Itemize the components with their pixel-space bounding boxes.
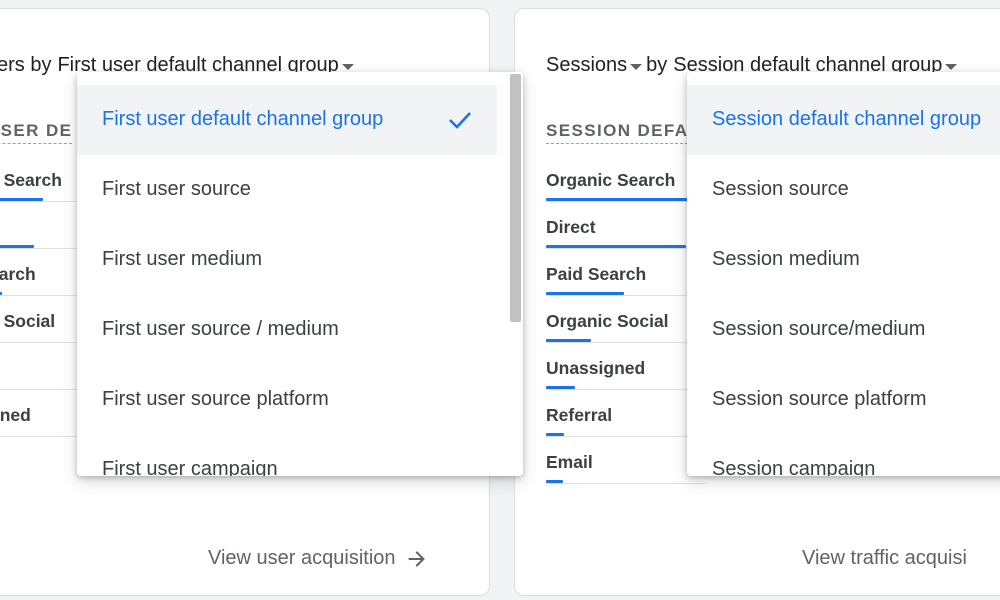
menu-item[interactable]: Session default channel group	[687, 85, 1000, 155]
first-user-dimension-menu: First user default channel group First u…	[77, 72, 523, 476]
channel-label: Paid Search	[546, 264, 647, 284]
share-bar	[546, 386, 575, 389]
table-row: d	[0, 343, 79, 390]
channel-label: c Search	[0, 170, 62, 190]
channel-label: Organic Search	[546, 170, 676, 190]
channel-label: earch	[0, 264, 36, 284]
share-bar	[0, 245, 34, 248]
share-bar	[0, 292, 3, 295]
title-prefix: sers by	[0, 54, 52, 76]
view-traffic-acquisition-link[interactable]: View traffic acquisi	[802, 547, 967, 570]
channel-table: Organic Search Direct Paid Search Organic S…	[546, 155, 706, 484]
chevron-down-icon[interactable]	[630, 63, 643, 70]
chevron-down-icon[interactable]	[945, 63, 958, 70]
channel-table: c Search earch c Social d gned	[0, 155, 79, 437]
session-dimension-menu: Session default channel group Session so…	[687, 72, 1000, 476]
share-bar	[546, 245, 686, 248]
menu-item-label: First user medium	[102, 248, 263, 270]
view-link-label: View user acquisition	[208, 547, 396, 569]
share-bar	[0, 198, 43, 201]
menu-item[interactable]: First user source / medium	[77, 295, 523, 365]
title-connector: by	[646, 54, 668, 76]
channel-label: Unassigned	[546, 358, 646, 378]
table-row: c Social	[0, 296, 79, 343]
menu-item[interactable]: First user medium	[77, 225, 523, 295]
table-row: Direct	[546, 202, 706, 249]
table-row: Paid Search	[546, 249, 706, 296]
menu-item-label: Session medium	[712, 248, 860, 270]
channel-label: gned	[0, 405, 31, 425]
table-row: earch	[0, 249, 79, 296]
check-icon	[449, 112, 471, 129]
share-bar	[546, 480, 563, 483]
menu-item[interactable]: First user default channel group	[77, 85, 497, 155]
menu-item[interactable]: Session source/medium	[687, 295, 1000, 365]
share-bar	[546, 339, 591, 342]
column-header[interactable]: SESSION DEFA	[546, 121, 689, 144]
table-row	[0, 202, 79, 249]
view-user-acquisition-link[interactable]: View user acquisition	[208, 547, 428, 570]
menu-item-label: Session campaign	[712, 458, 876, 476]
table-row: gned	[0, 390, 79, 437]
menu-item[interactable]: Session medium	[687, 225, 1000, 295]
menu-item-label: First user default channel group	[102, 108, 384, 130]
table-row: Unassigned	[546, 343, 706, 390]
menu-item-label: First user source	[102, 178, 251, 200]
menu-item[interactable]: Session source	[687, 155, 1000, 225]
menu-item[interactable]: First user source	[77, 155, 523, 225]
channel-label: Organic Social	[546, 311, 669, 331]
view-link-label: View traffic acquisi	[802, 547, 967, 569]
menu-item[interactable]: First user campaign	[77, 435, 523, 476]
table-row: Organic Search	[546, 155, 706, 202]
menu-item[interactable]: Session source platform	[687, 365, 1000, 435]
menu-item[interactable]: Session campaign	[687, 435, 1000, 476]
menu-item-label: Session source platform	[712, 388, 927, 410]
menu-item-label: First user source / medium	[102, 318, 339, 340]
channel-label: c Social	[0, 311, 56, 331]
menu-item-label: Session default channel group	[712, 108, 982, 130]
channel-label: Referral	[546, 405, 613, 425]
table-row: c Search	[0, 155, 79, 202]
table-row: Organic Social	[546, 296, 706, 343]
arrow-right-icon	[408, 550, 425, 567]
menu-item[interactable]: First user source platform	[77, 365, 523, 435]
table-row: Referral	[546, 390, 706, 437]
menu-item-label: Session source	[712, 178, 849, 200]
menu-item-label: Session source/medium	[712, 318, 926, 340]
table-row: Email	[546, 437, 706, 484]
chevron-down-icon[interactable]	[341, 63, 354, 70]
share-bar	[546, 292, 624, 295]
share-bar	[546, 198, 696, 201]
share-bar	[546, 433, 564, 436]
metric-selector[interactable]: Sessions	[546, 54, 627, 77]
menu-item-label: First user campaign	[102, 458, 278, 476]
column-header[interactable]: USER DE	[0, 121, 73, 144]
menu-scrollbar[interactable]	[507, 72, 523, 476]
analytics-stage: sers by First user default channel group…	[0, 0, 1000, 600]
scrollbar-thumb[interactable]	[510, 74, 521, 322]
channel-label: Direct	[546, 217, 596, 237]
channel-label: Email	[546, 452, 593, 472]
menu-item-label: First user source platform	[102, 388, 329, 410]
